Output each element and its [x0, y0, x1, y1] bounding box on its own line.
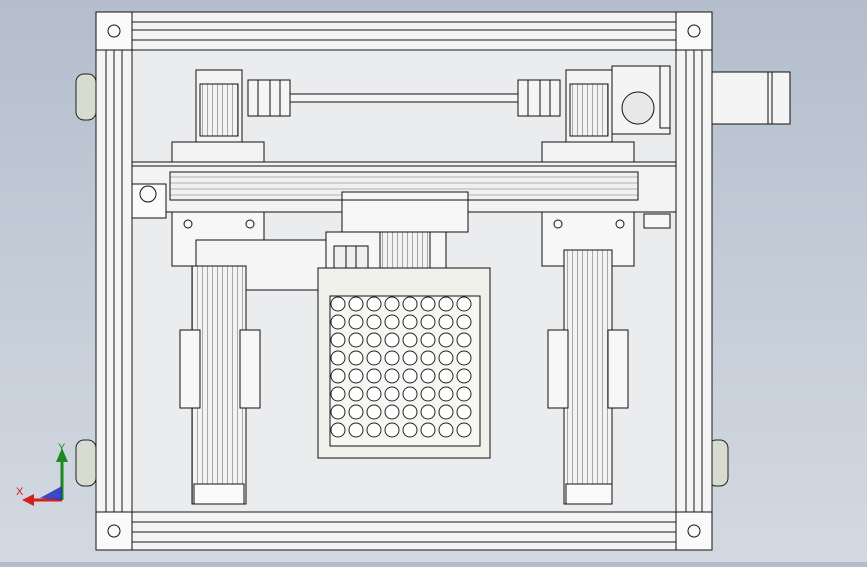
coordinate-triad — [22, 448, 68, 506]
well-hole — [456, 422, 472, 438]
well-hole — [330, 332, 346, 348]
well-hole — [420, 422, 436, 438]
well-hole — [438, 296, 454, 312]
well-hole — [384, 332, 400, 348]
well-hole — [366, 368, 382, 384]
well-hole — [330, 314, 346, 330]
well-hole — [366, 386, 382, 402]
well-hole — [384, 368, 400, 384]
well-hole — [438, 386, 454, 402]
well-hole — [330, 350, 346, 366]
well-hole — [366, 296, 382, 312]
well-hole — [384, 422, 400, 438]
well-hole — [420, 404, 436, 420]
well-hole — [456, 314, 472, 330]
well-plate[interactable] — [317, 267, 491, 459]
well-hole — [456, 404, 472, 420]
well-hole — [420, 386, 436, 402]
well-hole — [384, 404, 400, 420]
cad-viewport[interactable]: X Y — [0, 0, 867, 562]
well-hole — [330, 386, 346, 402]
well-hole — [366, 404, 382, 420]
well-hole — [402, 350, 418, 366]
well-hole — [402, 314, 418, 330]
well-hole — [384, 296, 400, 312]
well-hole — [456, 368, 472, 384]
well-hole — [420, 368, 436, 384]
assembly-drawing[interactable] — [0, 0, 867, 562]
well-hole — [348, 296, 364, 312]
well-hole — [348, 404, 364, 420]
well-hole — [348, 314, 364, 330]
well-hole — [420, 296, 436, 312]
well-hole — [348, 368, 364, 384]
well-hole — [330, 368, 346, 384]
well-hole — [402, 422, 418, 438]
well-hole — [348, 422, 364, 438]
well-hole — [348, 350, 364, 366]
y-axis-label: Y — [58, 442, 66, 454]
well-hole — [402, 404, 418, 420]
well-hole — [456, 350, 472, 366]
x-axis-label: X — [16, 486, 24, 498]
well-hole — [348, 332, 364, 348]
well-hole — [402, 386, 418, 402]
well-hole — [420, 314, 436, 330]
well-hole — [330, 404, 346, 420]
well-hole — [402, 332, 418, 348]
well-hole — [438, 314, 454, 330]
well-hole — [438, 422, 454, 438]
well-hole — [330, 296, 346, 312]
well-hole — [456, 296, 472, 312]
well-hole — [438, 404, 454, 420]
well-hole — [366, 332, 382, 348]
well-hole — [348, 386, 364, 402]
well-hole — [420, 332, 436, 348]
well-hole — [330, 422, 346, 438]
well-hole — [384, 314, 400, 330]
well-hole — [456, 332, 472, 348]
well-hole — [384, 350, 400, 366]
well-hole — [438, 350, 454, 366]
well-hole — [456, 386, 472, 402]
well-hole — [366, 314, 382, 330]
well-hole — [366, 422, 382, 438]
well-hole — [384, 386, 400, 402]
well-hole — [366, 350, 382, 366]
well-hole — [438, 332, 454, 348]
well-hole — [402, 296, 418, 312]
well-hole — [438, 368, 454, 384]
well-hole — [420, 350, 436, 366]
well-hole — [402, 368, 418, 384]
